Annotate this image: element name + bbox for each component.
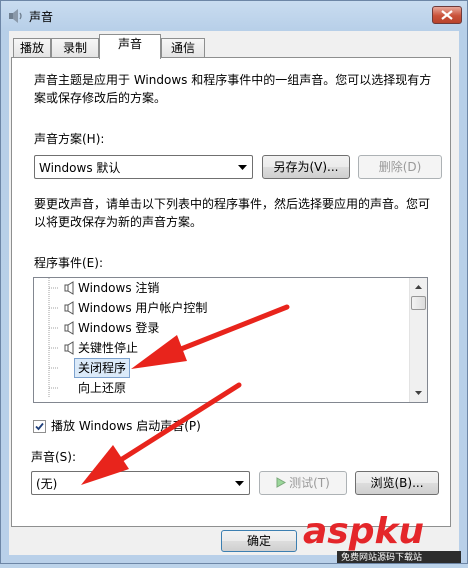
close-button[interactable] [432, 6, 462, 24]
list-item-label: 关键性停止 [78, 341, 139, 355]
list-item[interactable]: 关键性停止 [34, 338, 409, 358]
chevron-down-icon [238, 165, 247, 170]
checkmark-icon [35, 422, 44, 431]
tab-sounds[interactable]: 声音 [99, 34, 161, 59]
sound-select[interactable]: (无) [31, 471, 250, 495]
sound-label: 声音(S): [31, 450, 77, 464]
list-item-selected[interactable]: 关闭程序 [34, 358, 409, 378]
list-item-label: Windows 用户帐户控制 [78, 301, 208, 315]
browse-button[interactable]: 浏览(B)... [355, 471, 439, 495]
help-text-line1: 要更改声音，请单击以下列表中的程序事件，然后选择要应用的声音。您可 [34, 197, 431, 211]
test-button[interactable]: 测试(T) [259, 471, 347, 495]
save-as-button[interactable]: 另存为(V)... [262, 155, 350, 179]
ok-button[interactable]: 确定 [221, 530, 297, 552]
dialog-client-area: 播放 录制 声音 通信 声音主题是应用于 Windows 和程序事件中的一组声音… [9, 31, 459, 555]
speaker-icon [64, 281, 74, 295]
tree-line-icon [48, 278, 59, 298]
tree-line-icon [48, 298, 59, 318]
speaker-icon [8, 8, 24, 24]
list-scrollbar[interactable] [409, 278, 427, 402]
sound-dialog-window: 声音 播放 录制 声音 通信 声音主题是应用于 Windows 和程序事件中的一… [0, 0, 468, 564]
program-events-label: 程序事件(E): [34, 256, 103, 270]
list-item-label: 关闭程序 [74, 358, 131, 378]
intro-text-line2: 案或保存修改后的方案。 [34, 91, 167, 105]
delete-button[interactable]: 删除(D) [358, 155, 442, 179]
list-item[interactable]: 向上还原 [34, 378, 409, 398]
speaker-icon [64, 321, 74, 335]
tab-communications[interactable]: 通信 [161, 38, 205, 58]
startup-sound-label[interactable]: 播放 Windows 启动声音(P) [51, 417, 201, 435]
sound-scheme-label: 声音方案(H): [34, 132, 105, 146]
title-bar[interactable]: 声音 [1, 1, 467, 31]
close-icon [441, 10, 453, 20]
sound-select-value: (无) [36, 477, 58, 491]
tree-line-icon [48, 378, 59, 398]
chevron-down-icon [235, 481, 244, 486]
startup-sound-checkbox[interactable] [33, 420, 46, 433]
list-item[interactable]: Windows 登录 [34, 318, 409, 338]
tree-line-icon [48, 358, 59, 378]
play-icon [276, 477, 287, 488]
program-events-list[interactable]: Windows 注销 Windows 用户帐户控制 Windows 登录 关键性… [33, 277, 428, 403]
tab-recording[interactable]: 录制 [51, 38, 99, 58]
list-item-label: Windows 注销 [78, 281, 160, 295]
speaker-icon [64, 341, 74, 355]
list-item-label: 向上还原 [78, 381, 127, 395]
chevron-down-icon [415, 391, 422, 395]
list-item-label: Windows 登录 [78, 321, 160, 335]
list-item[interactable]: Windows 用户帐户控制 [34, 298, 409, 318]
scrollbar-thumb[interactable] [411, 296, 426, 310]
tree-line-icon [48, 338, 59, 358]
help-text-line2: 以将更改保存为新的声音方案。 [34, 215, 203, 229]
window-title: 声音 [29, 10, 54, 24]
intro-text-line1: 声音主题是应用于 Windows 和程序事件中的一组声音。您可以选择现有方 [34, 73, 432, 87]
chevron-up-icon [415, 285, 422, 289]
list-item[interactable]: Windows 注销 [34, 278, 409, 298]
tab-playback[interactable]: 播放 [13, 38, 51, 58]
sound-scheme-select[interactable]: Windows 默认 [34, 155, 253, 179]
tab-strip: 播放 录制 声音 通信 [9, 34, 459, 59]
speaker-icon [64, 301, 74, 315]
sound-scheme-value: Windows 默认 [39, 161, 121, 175]
tree-line-icon [48, 318, 59, 338]
